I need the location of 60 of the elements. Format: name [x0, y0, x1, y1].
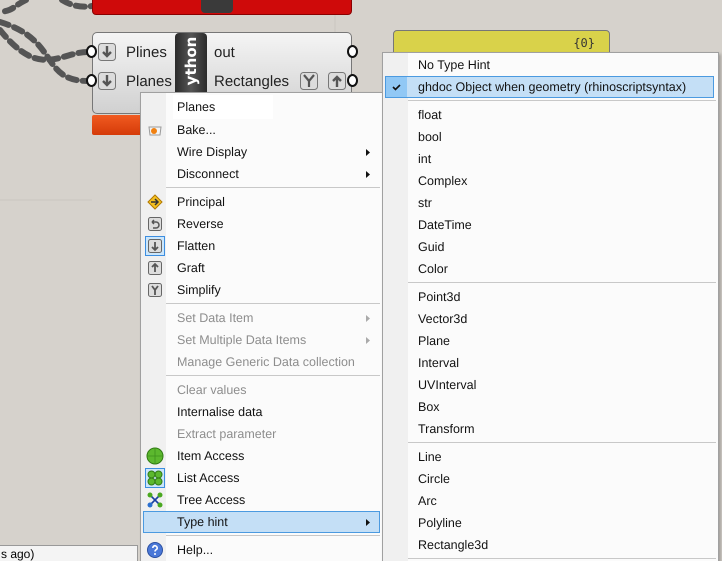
- submenu-arrow-icon: [366, 315, 370, 322]
- output-label: out: [214, 44, 235, 60]
- menu-item[interactable]: Vector3d: [385, 308, 714, 330]
- menu-item[interactable]: Arc: [385, 490, 714, 512]
- input-port[interactable]: [86, 74, 97, 87]
- menu-item[interactable]: Type hint: [143, 511, 380, 533]
- menu-item[interactable]: Transform: [385, 418, 714, 440]
- menu-item[interactable]: Tree Access: [143, 489, 380, 511]
- menu-item[interactable]: Item Access: [143, 445, 380, 467]
- submenu-arrow-icon: [366, 171, 370, 178]
- menu-item[interactable]: Polyline: [385, 512, 714, 534]
- submenu-arrow-icon: [366, 519, 370, 526]
- menu-item[interactable]: Line: [385, 446, 714, 468]
- menu-item[interactable]: Box: [385, 396, 714, 418]
- input-label: Planes: [126, 72, 172, 90]
- sphere-icon: [146, 447, 164, 465]
- menu-item[interactable]: int: [385, 148, 714, 170]
- menu-item[interactable]: UVInterval: [385, 374, 714, 396]
- output-label: Rectangles: [214, 72, 290, 90]
- output-port[interactable]: [347, 74, 358, 87]
- menu-item[interactable]: Internalise data: [143, 401, 380, 423]
- menu-item[interactable]: Disconnect: [143, 163, 380, 185]
- menu-item[interactable]: ghdoc Object when geometry (rhinoscriptsyntax): [385, 76, 714, 98]
- menu-item[interactable]: Principal: [143, 191, 380, 213]
- menu-item[interactable]: Bake...: [143, 119, 380, 141]
- menu-item[interactable]: bool: [385, 126, 714, 148]
- menu-item[interactable]: Circle: [385, 468, 714, 490]
- panel-text: {0}: [573, 36, 595, 52]
- menu-item[interactable]: str: [385, 192, 714, 214]
- help-icon: [147, 542, 163, 558]
- submenu-arrow-icon: [366, 337, 370, 344]
- menu-item[interactable]: Guid: [385, 236, 714, 258]
- output-port[interactable]: [347, 45, 358, 58]
- menu-item[interactable]: Wire Display: [143, 141, 380, 163]
- name-field[interactable]: Planes: [173, 95, 273, 119]
- menu-item[interactable]: Reverse: [143, 213, 380, 235]
- y-junction-icon[interactable]: [300, 72, 318, 90]
- menu-item[interactable]: Complex: [385, 170, 714, 192]
- menu-item[interactable]: Graft: [143, 257, 380, 279]
- y-junction-icon: [147, 282, 163, 298]
- menu-item[interactable]: Plane: [385, 330, 714, 352]
- input-port[interactable]: [86, 45, 97, 58]
- menu-item[interactable]: Point3d: [385, 286, 714, 308]
- submenu-arrow-icon: [366, 149, 370, 156]
- menu-item[interactable]: Flatten: [143, 235, 380, 257]
- menu-item[interactable]: Interval: [385, 352, 714, 374]
- status-text: s ago): [0, 545, 138, 561]
- input-label: Plines: [126, 44, 167, 60]
- menu-item[interactable]: Help...: [143, 539, 380, 561]
- diamond-arrow-icon: [147, 194, 163, 210]
- menu-item[interactable]: Color: [385, 258, 714, 280]
- wire[interactable]: [0, 0, 29, 15]
- menu-item[interactable]: Rectangle3d: [385, 534, 714, 556]
- menu-item[interactable]: List Access: [143, 467, 380, 489]
- menu-item[interactable]: Simplify: [143, 279, 380, 301]
- menu-item[interactable]: DateTime: [385, 214, 714, 236]
- node-graph-icon: [147, 492, 163, 508]
- menu-item[interactable]: float: [385, 104, 714, 126]
- wire[interactable]: [59, 0, 95, 10]
- component-name: ython: [182, 36, 200, 86]
